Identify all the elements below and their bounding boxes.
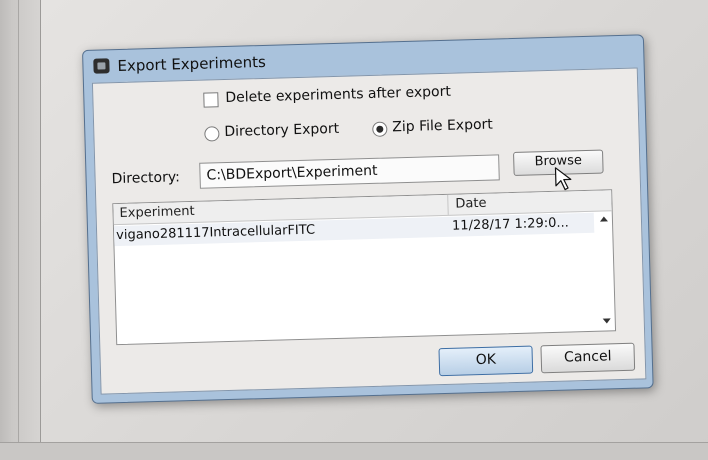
column-header-experiment[interactable]: Experiment xyxy=(119,204,195,221)
app-window-icon xyxy=(93,58,110,74)
directory-label: Directory: xyxy=(111,169,181,188)
delete-after-export-option[interactable]: Delete experiments after export xyxy=(203,84,451,111)
date-cell: 11/28/17 1:29:0... xyxy=(451,215,569,234)
directory-input[interactable]: C:\BDExport\Experiment xyxy=(199,154,500,189)
dialog-content: Delete experiments after export Director… xyxy=(91,67,647,395)
ok-button[interactable]: OK xyxy=(438,345,534,377)
parent-window-edge xyxy=(0,0,41,459)
zip-file-export-label[interactable]: Zip File Export xyxy=(392,117,493,136)
dialog-title: Export Experiments xyxy=(117,52,267,76)
scroll-up-arrow-icon[interactable] xyxy=(599,216,608,222)
experiment-cell: vigano281117IntracellularFITC xyxy=(115,222,316,244)
export-experiments-dialog: Export Experiments Delete experiments af… xyxy=(82,34,654,404)
directory-export-radio[interactable] xyxy=(204,126,220,142)
experiments-table: Experiment Date vigano281117Intracellula… xyxy=(112,189,617,346)
column-header-date[interactable]: Date xyxy=(455,196,486,212)
cancel-button[interactable]: Cancel xyxy=(540,342,636,374)
column-divider[interactable] xyxy=(447,194,449,215)
scroll-down-arrow-icon[interactable] xyxy=(602,318,611,324)
monitor-bezel-bottom xyxy=(0,442,708,460)
mouse-pointer-icon xyxy=(554,167,572,191)
delete-after-export-checkbox[interactable] xyxy=(203,92,219,108)
delete-after-export-label: Delete experiments after export xyxy=(225,83,452,107)
window-divider xyxy=(18,0,19,459)
zip-file-export-radio[interactable] xyxy=(372,121,388,137)
export-mode-group: Directory Export Zip File Export xyxy=(204,116,524,145)
directory-export-label[interactable]: Directory Export xyxy=(224,121,339,140)
